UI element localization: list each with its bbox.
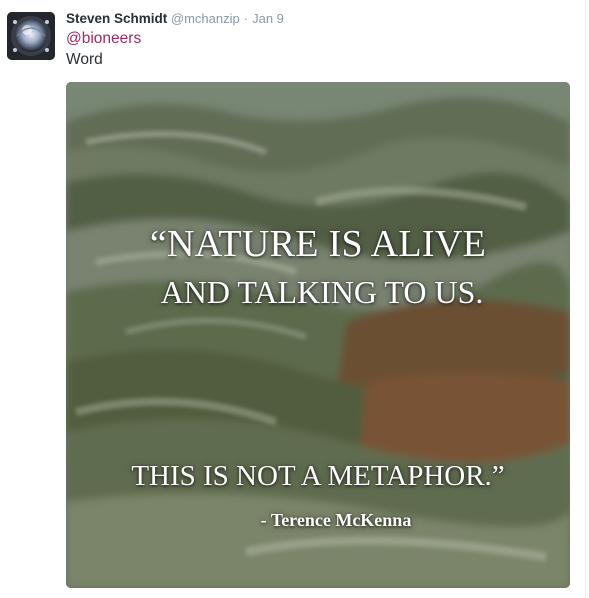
timestamp[interactable]: Jan 9 (252, 11, 284, 26)
tweet-text: Word (66, 51, 103, 68)
tweet-header: Steven Schmidt @mchanzip · Jan 9 (66, 11, 284, 27)
avatar-image (7, 12, 55, 60)
quote-line-1: “NATURE IS ALIVE (149, 223, 487, 265)
divider (585, 0, 586, 598)
separator: · (243, 11, 249, 26)
quote-line-3: THIS IS NOT A METAPHOR.” (131, 460, 505, 492)
tweet: Steven Schmidt @mchanzip · Jan 9 @bioneers… (0, 0, 589, 598)
media-image[interactable]: “NATURE IS ALIVE AND TALKING TO US. THIS… (66, 82, 570, 588)
author-handle[interactable]: @mchanzip (171, 11, 240, 26)
quote-attribution: - Terence McKenna (260, 510, 412, 530)
mention-link[interactable]: @bioneers (66, 29, 141, 49)
quote-line-2: AND TALKING TO US. (160, 274, 484, 310)
author-name[interactable]: Steven Schmidt (66, 11, 167, 26)
avatar[interactable] (7, 12, 55, 60)
